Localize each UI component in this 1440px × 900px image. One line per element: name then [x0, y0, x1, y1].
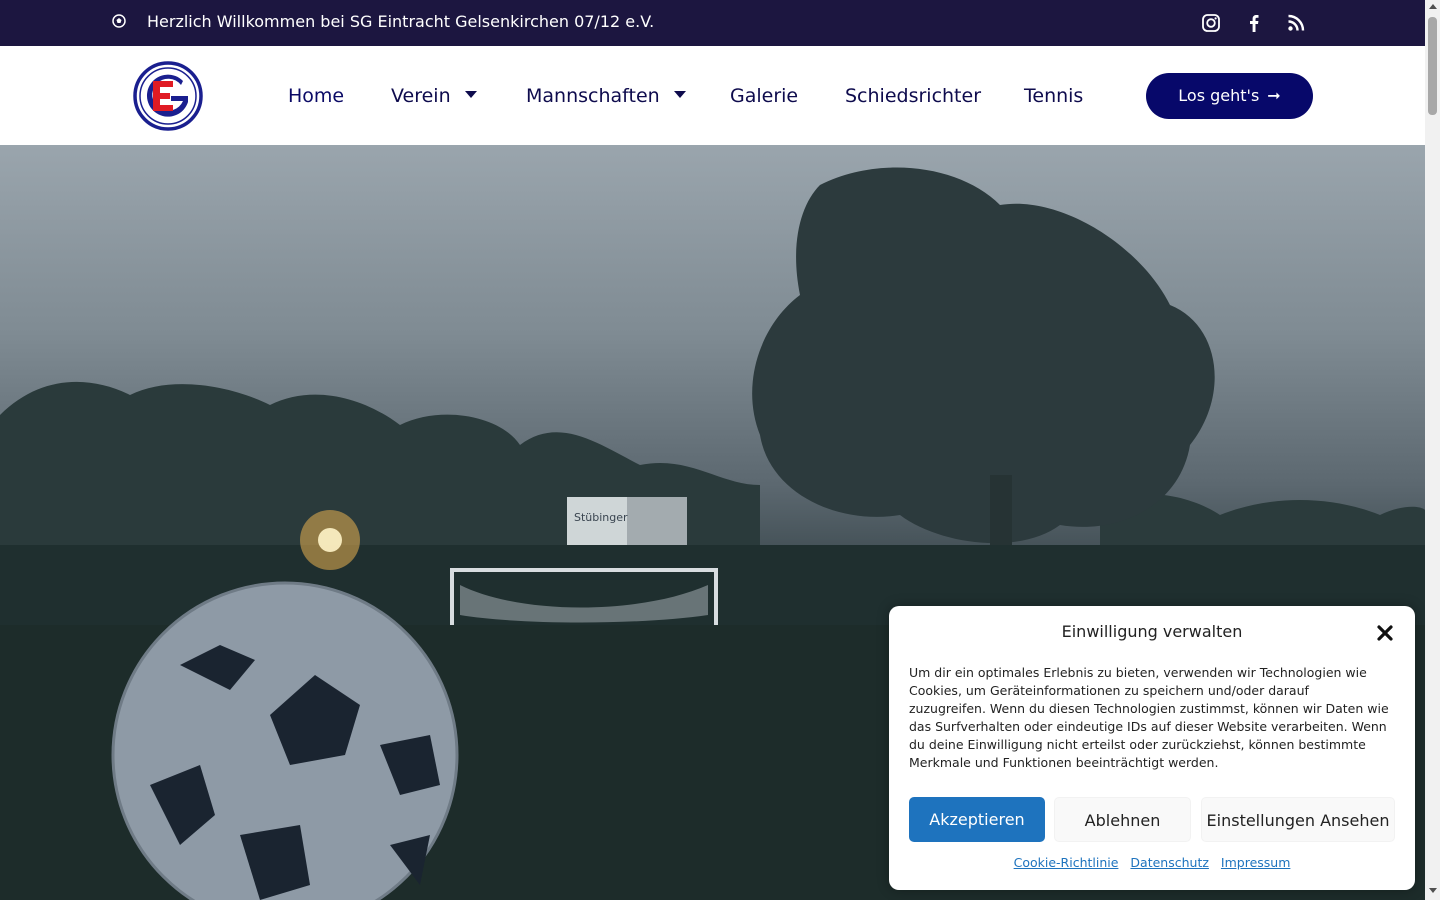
scroll-up-arrow[interactable] [1429, 4, 1437, 9]
accept-button[interactable]: Akzeptieren [909, 797, 1045, 842]
cta-label: Los geht's [1178, 86, 1260, 105]
arrow-right-icon: ➞ [1267, 86, 1281, 105]
nav-schiedsrichter[interactable]: Schiedsrichter [845, 85, 981, 107]
cookie-consent-dialog: Einwilligung verwalten Um dir ein optima… [889, 606, 1415, 890]
cookie-dialog-text: Um dir ein optimales Erlebnis zu bieten,… [909, 665, 1389, 770]
imprint-link[interactable]: Impressum [1221, 855, 1290, 870]
los-gehts-button[interactable]: Los geht's ➞ [1146, 73, 1313, 119]
scroll-down-arrow[interactable] [1429, 888, 1437, 893]
instagram-icon[interactable] [1201, 13, 1221, 33]
nav-tennis-label: Tennis [1024, 85, 1084, 107]
welcome-text: Herzlich Willkommen bei SG Eintracht Gel… [147, 12, 655, 31]
scrollbar-thumb[interactable] [1428, 17, 1437, 115]
cookie-policy-link[interactable]: Cookie-Richtlinie [1014, 855, 1119, 870]
soccer-ball-icon [112, 14, 126, 28]
deny-button[interactable]: Ablehnen [1054, 797, 1191, 842]
nav-tennis[interactable]: Tennis [1024, 85, 1083, 107]
rss-icon[interactable] [1286, 13, 1306, 33]
privacy-link[interactable]: Datenschutz [1130, 855, 1209, 870]
nav-mannschaften-label: Mannschaften [526, 85, 660, 107]
caret-down-icon [464, 91, 477, 98]
site-header: Home Verein Mannschaften Galerie Schieds… [0, 46, 1425, 145]
nav-verein-label: Verein [391, 85, 451, 107]
top-bar: Herzlich Willkommen bei SG Eintracht Gel… [0, 0, 1425, 46]
caret-down-icon [673, 91, 686, 98]
cookie-dialog-title: Einwilligung verwalten [1061, 622, 1243, 641]
nav-home[interactable]: Home [288, 85, 344, 107]
facebook-icon[interactable] [1244, 13, 1264, 33]
nav-verein[interactable]: Verein [391, 85, 477, 107]
nav-mannschaften[interactable]: Mannschaften [526, 85, 686, 107]
billboard-text: Stübinger [574, 511, 628, 524]
close-icon[interactable] [1374, 622, 1396, 644]
nav-galerie-label: Galerie [730, 85, 799, 107]
view-settings-button[interactable]: Einstellungen Ansehen [1201, 797, 1395, 842]
nav-schiedsrichter-label: Schiedsrichter [845, 85, 982, 107]
nav-galerie[interactable]: Galerie [730, 85, 798, 107]
cookie-links: Cookie-Richtlinie Datenschutz Impressum [889, 855, 1415, 871]
scrollbar[interactable] [1425, 0, 1440, 900]
nav-home-label: Home [288, 85, 345, 107]
club-logo[interactable] [133, 61, 203, 131]
